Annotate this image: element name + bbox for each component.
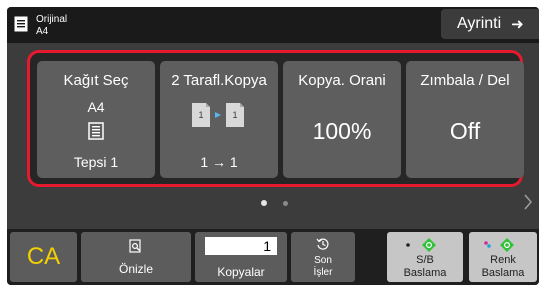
history-icon xyxy=(316,238,329,250)
document-icon xyxy=(14,16,28,32)
copy-screen: Orijinal A4 Ayrinti ➜ Kağıt Seç A4 Tepsi… xyxy=(7,7,539,285)
top-bar: Orijinal A4 Ayrinti ➜ xyxy=(7,7,539,43)
details-button[interactable]: Ayrinti ➜ xyxy=(441,9,539,39)
page-dot[interactable] xyxy=(283,201,288,206)
paper-select-title: Kağıt Seç xyxy=(63,72,129,89)
copy-ratio-tile[interactable]: Kopya. Orani 100% xyxy=(283,61,401,178)
preview-button[interactable]: Önizle xyxy=(81,232,191,282)
recent-jobs-label-line2: İşler xyxy=(313,267,333,278)
chevron-right-icon[interactable] xyxy=(523,193,533,216)
page-dot-active[interactable] xyxy=(261,200,267,206)
bw-start-button[interactable]: S/B Baslama xyxy=(387,232,463,282)
color-start-label-line2: Baslama xyxy=(481,267,525,279)
color-start-label-line1: Renk xyxy=(490,254,516,266)
selected-settings-frame: Kağıt Seç A4 Tepsi 1 2 Tarafl.Kopya 1 1 … xyxy=(27,50,524,187)
main-panel: Kağıt Seç A4 Tepsi 1 2 Tarafl.Kopya 1 1 … xyxy=(7,43,539,229)
start-diamond-icon xyxy=(406,238,436,252)
color-start-icon xyxy=(484,238,514,252)
duplex-copy-title: 2 Tarafl.Kopya xyxy=(171,72,267,89)
duplex-copy-tile[interactable]: 2 Tarafl.Kopya 1 1 1 → 1 xyxy=(160,61,278,178)
details-label: Ayrinti xyxy=(457,15,502,32)
color-start-button[interactable]: Renk Baslama xyxy=(469,232,537,282)
paper-select-tile[interactable]: Kağıt Seç A4 Tepsi 1 xyxy=(37,61,155,178)
recent-jobs-button[interactable]: Son İşler xyxy=(291,232,355,282)
arrow-right-icon: ➜ xyxy=(511,16,524,33)
copies-button[interactable]: 1 Kopyalar xyxy=(195,232,287,282)
svg-text:1: 1 xyxy=(198,110,203,120)
bw-start-label-line1: S/B xyxy=(416,254,434,266)
paper-tray-value: Tepsi 1 xyxy=(73,154,119,170)
clear-all-label: CA xyxy=(26,243,61,270)
copy-ratio-value: 100% xyxy=(312,118,372,144)
staple-punch-value: Off xyxy=(449,118,481,144)
copies-count-field[interactable]: 1 xyxy=(205,237,277,255)
preview-icon xyxy=(129,239,141,253)
original-size: A4 xyxy=(36,26,49,37)
preview-label: Önizle xyxy=(118,262,153,276)
svg-text:1: 1 xyxy=(232,110,237,120)
paper-size-value: A4 xyxy=(87,99,105,115)
next-page-icon xyxy=(524,194,533,210)
staple-punch-tile[interactable]: Zımbala / Del Off xyxy=(406,61,524,178)
staple-punch-title: Zımbala / Del xyxy=(420,72,510,89)
duplex-copy-icon: 1 1 xyxy=(192,103,244,127)
bottom-bar: CA Önizle 1 Kopyalar Son İşler S/B Basla… xyxy=(7,229,539,285)
paper-tray-icon xyxy=(88,122,104,140)
original-label: Orijinal xyxy=(36,14,68,25)
duplex-mode-value: 1 → 1 xyxy=(200,154,238,170)
bw-start-label-line2: Baslama xyxy=(403,267,447,279)
recent-jobs-label-line1: Son xyxy=(314,255,332,266)
copies-label: Kopyalar xyxy=(217,265,265,279)
copy-ratio-title: Kopya. Orani xyxy=(298,72,386,89)
clear-all-button[interactable]: CA xyxy=(10,232,77,282)
